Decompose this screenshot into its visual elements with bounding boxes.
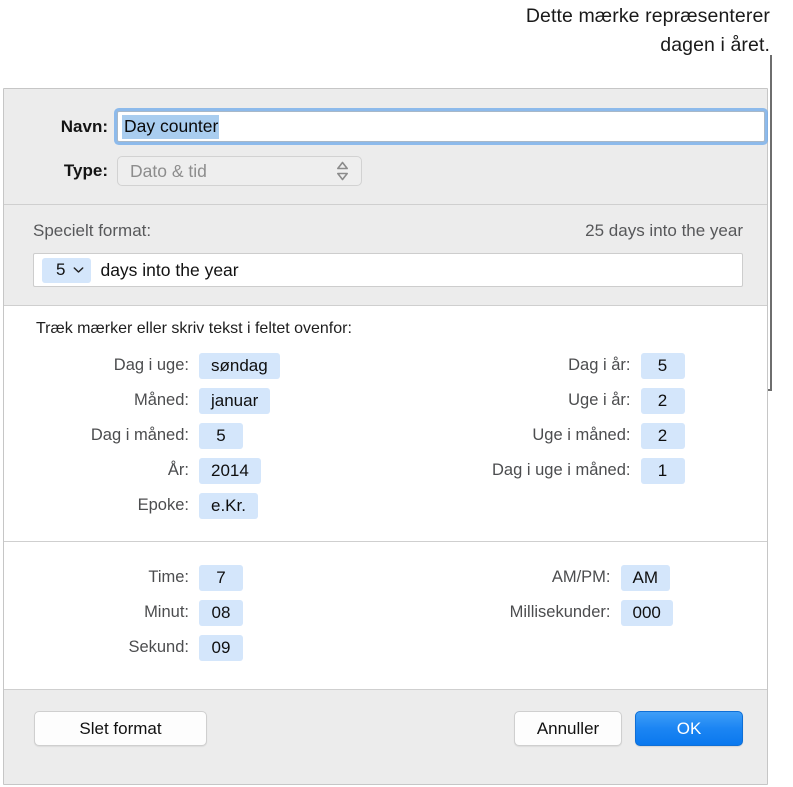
token-row: Dag i uge i måned: 1 [386, 455, 768, 486]
token-label: Epoke: [137, 496, 189, 514]
token-chip-ampm[interactable]: AM [620, 564, 670, 591]
token-chip-day-of-year[interactable]: 5 [640, 352, 685, 379]
token-chip-weekday-of-month[interactable]: 1 [640, 457, 685, 484]
type-field-row: Type: Dato & tid [4, 156, 767, 186]
time-left-column: Time: 7 Minut: 08 Sekund: 09 [4, 562, 386, 667]
token-chip-second[interactable]: 09 [199, 634, 243, 661]
tokens-right-column: Dag i år: 5 Uge i år: 2 Uge i måned: 2 D… [386, 350, 768, 525]
name-input[interactable]: Day counter [117, 111, 765, 142]
stepper-icon [335, 161, 350, 182]
token-label: Dag i uge: [113, 356, 189, 374]
token-row: Dag i år: 5 [386, 350, 768, 381]
token-row: Sekund: 09 [4, 632, 386, 663]
token-row: Måned: januar [4, 385, 386, 416]
name-input-value: Day counter [122, 114, 220, 139]
token-label: Dag i år: [568, 356, 631, 374]
time-columns: Time: 7 Minut: 08 Sekund: 09 AM/PM: AM M… [4, 562, 767, 667]
tokens-hint: Træk mærker eller skriv tekst i feltet o… [36, 320, 352, 337]
token-row: Uge i måned: 2 [386, 420, 768, 451]
type-label: Type: [63, 161, 108, 180]
token-label: Dag i uge i måned: [491, 461, 631, 479]
time-section: Time: 7 Minut: 08 Sekund: 09 AM/PM: AM M… [4, 542, 767, 689]
token-label: Minut: [144, 603, 189, 621]
token-row: Dag i uge: søndag [4, 350, 386, 381]
format-label: Specielt format: [33, 221, 152, 240]
custom-format-dialog: Navn: Day counter Type: Dato & tid Speci… [3, 88, 768, 785]
token-label: Dag i måned: [90, 426, 189, 444]
token-chip-milliseconds[interactable]: 000 [620, 599, 673, 626]
token-label: Millisekunder: [509, 603, 611, 621]
tokens-left-column: Dag i uge: søndag Måned: januar Dag i må… [4, 350, 386, 525]
chevron-down-icon [73, 266, 84, 274]
token-label: Uge i måned: [532, 426, 631, 444]
token-row: Millisekunder: 000 [386, 597, 768, 628]
type-select-value: Dato & tid [130, 160, 207, 181]
format-header-row: Specielt format: 25 days into the year [4, 221, 767, 241]
token-chip-minute[interactable]: 08 [199, 599, 243, 626]
token-row: Uge i år: 2 [386, 385, 768, 416]
token-row: Time: 7 [4, 562, 386, 593]
token-chip-year[interactable]: 2014 [199, 457, 261, 484]
token-label: AM/PM: [551, 568, 611, 586]
name-field-row: Navn: Day counter [4, 111, 767, 142]
token-row: Minut: 08 [4, 597, 386, 628]
token-label: Time: [148, 568, 189, 586]
token-row: År: 2014 [4, 455, 386, 486]
format-token-value: 5 [56, 260, 66, 279]
tokens-columns: Dag i uge: søndag Måned: januar Dag i må… [4, 350, 767, 525]
format-trailing-text: days into the year [100, 259, 239, 280]
dialog-header-section: Navn: Day counter Type: Dato & tid [4, 89, 767, 204]
token-row: AM/PM: AM [386, 562, 768, 593]
token-label: Uge i år: [568, 391, 631, 409]
cancel-button[interactable]: Annuller [514, 711, 622, 746]
callout-line-2: dagen i året. [660, 34, 770, 56]
dialog-footer: Slet format Annuller OK [4, 690, 767, 767]
time-right-column: AM/PM: AM Millisekunder: 000 [386, 562, 768, 667]
token-chip-month[interactable]: januar [199, 387, 271, 414]
name-label: Navn: [60, 116, 108, 136]
token-chip-week-of-month[interactable]: 2 [640, 422, 685, 449]
callout-leader-vertical [770, 55, 772, 390]
ok-button[interactable]: OK [635, 711, 743, 746]
token-chip-hour[interactable]: 7 [199, 564, 243, 591]
delete-format-button[interactable]: Slet format [34, 711, 207, 746]
token-label: Måned: [133, 391, 189, 409]
type-select[interactable]: Dato & tid [117, 156, 362, 186]
callout-annotation: Dette mærke repræsenterer dagen i året. [330, 2, 770, 60]
token-label: År: [167, 461, 189, 479]
token-row: Epoke: e.Kr. [4, 490, 386, 521]
format-token-dropdown[interactable]: 5 [42, 257, 92, 283]
token-row: Dag i måned: 5 [4, 420, 386, 451]
token-chip-day-of-month[interactable]: 5 [199, 422, 243, 449]
format-section: Specielt format: 25 days into the year 5… [4, 205, 767, 305]
token-label: Sekund: [128, 638, 189, 656]
token-chip-era[interactable]: e.Kr. [199, 492, 258, 519]
format-preview: 25 days into the year [585, 221, 743, 240]
token-chip-week-of-year[interactable]: 2 [640, 387, 685, 414]
callout-line-1: Dette mærke repræsenterer [525, 5, 770, 27]
format-input-field[interactable]: 5 days into the year [33, 253, 743, 287]
tokens-section: Træk mærker eller skriv tekst i feltet o… [4, 306, 767, 541]
token-chip-weekday[interactable]: søndag [199, 352, 280, 379]
